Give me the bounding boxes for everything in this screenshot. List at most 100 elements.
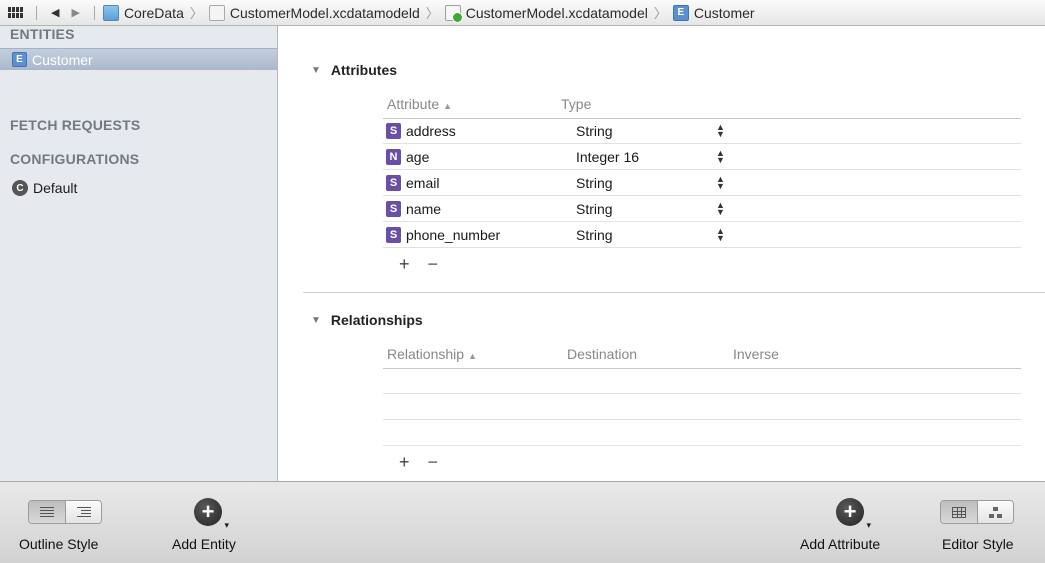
entity-editor: ▼ Attributes Attribute ▲ Type S address S… [279, 26, 1045, 481]
flat-list-button[interactable] [29, 501, 65, 523]
table-row [383, 394, 1021, 420]
sidebar-item-label: Customer [32, 51, 93, 68]
hierarchy-list-button[interactable] [65, 501, 101, 523]
configuration-icon: C [12, 180, 28, 196]
editor-style-segmented-control[interactable] [940, 500, 1014, 524]
entity-icon: E [672, 4, 689, 21]
column-header-relationship[interactable]: Relationship ▲ [387, 346, 477, 362]
type-popup-arrows-icon[interactable]: ▲ ▼ [716, 123, 725, 139]
number-type-icon: N [386, 148, 401, 165]
column-header-label: Inverse [733, 346, 779, 362]
graph-style-button[interactable] [977, 501, 1013, 523]
column-header-label: Attribute [387, 96, 440, 112]
type-popup-arrows-icon[interactable]: ▲ ▼ [716, 148, 725, 164]
attribute-name[interactable]: address [406, 123, 566, 139]
editor-style-label: Editor Style [942, 536, 1014, 552]
attribute-type[interactable]: Integer 16 [566, 149, 716, 165]
breadcrumb-label: Customer [693, 4, 755, 21]
column-header-destination[interactable]: Destination [567, 346, 637, 362]
column-header-type[interactable]: Type [561, 96, 591, 112]
attribute-type[interactable]: String [566, 201, 716, 217]
breadcrumb-label: CustomerModel.xcdatamodel [465, 4, 648, 21]
relationships-section-toggle[interactable]: ▼ Relationships [311, 312, 423, 328]
graph-icon [988, 506, 1003, 518]
back-arrow-icon[interactable]: ◀ [51, 6, 59, 19]
table-style-button[interactable] [941, 501, 977, 523]
breadcrumb-chevron-icon: 〉 [653, 6, 667, 21]
add-relationship-plus-button[interactable]: + [399, 452, 410, 473]
attribute-name[interactable]: email [406, 175, 566, 191]
sidebar-item-default[interactable]: C Default [0, 177, 277, 199]
entities-header: ENTITIES [10, 26, 75, 42]
section-divider [303, 292, 1045, 293]
relationship-add-remove: + − [399, 452, 438, 473]
section-title: Attributes [330, 62, 398, 78]
configurations-header: CONFIGURATIONS [10, 151, 140, 167]
sidebar-item-customer[interactable]: E Customer [0, 48, 277, 70]
breadcrumb-label: CustomerModel.xcdatamodeld [229, 4, 420, 21]
table-row[interactable]: S address String ▲ ▼ [383, 118, 1021, 144]
string-type-icon: S [386, 200, 401, 217]
entity-icon: E [12, 52, 27, 67]
outline-style-label: Outline Style [19, 536, 99, 552]
attribute-add-remove: + − [399, 254, 438, 275]
outline-style-segmented-control[interactable] [28, 500, 102, 524]
hierarchy-list-icon [76, 507, 91, 517]
attributes-section-toggle[interactable]: ▼ Attributes [311, 62, 397, 78]
type-popup-arrows-icon[interactable]: ▲ ▼ [716, 200, 725, 216]
project-icon [102, 4, 119, 21]
table-row[interactable]: S name String ▲ ▼ [383, 196, 1021, 222]
breadcrumb-entity[interactable]: E Customer [672, 4, 755, 21]
attribute-name[interactable]: phone_number [406, 227, 566, 243]
column-header-label: Relationship [387, 346, 465, 362]
fetch-requests-header: FETCH REQUESTS [10, 117, 141, 133]
table-row [383, 420, 1021, 446]
add-attribute-button[interactable]: + [836, 498, 871, 530]
jump-bar-divider [36, 5, 37, 20]
list-icon [40, 507, 54, 517]
add-entity-button[interactable]: + [194, 498, 229, 530]
type-popup-arrows-icon[interactable]: ▲ ▼ [716, 174, 725, 190]
breadcrumb-model-bundle[interactable]: CustomerModel.xcdatamodeld [208, 4, 420, 21]
forward-arrow-icon[interactable]: ▶ [71, 6, 79, 19]
type-popup-arrows-icon[interactable]: ▲ ▼ [716, 226, 725, 242]
remove-attribute-minus-button[interactable]: − [428, 254, 439, 275]
breadcrumb-model-version[interactable]: CustomerModel.xcdatamodel [444, 4, 648, 23]
model-version-icon [444, 4, 463, 23]
sidebar-item-label: Default [33, 180, 78, 196]
bottom-toolbar: Outline Style + Add Entity + Add Attribu… [0, 481, 1045, 563]
table-row [383, 368, 1021, 394]
section-title: Relationships [330, 312, 423, 328]
model-bundle-icon [208, 4, 225, 21]
attribute-type[interactable]: String [566, 123, 716, 139]
breadcrumb-chevron-icon: 〉 [189, 6, 203, 21]
attribute-type[interactable]: String [566, 175, 716, 191]
attribute-type[interactable]: String [566, 227, 716, 243]
column-header-inverse[interactable]: Inverse [733, 346, 779, 362]
string-type-icon: S [386, 226, 401, 243]
remove-relationship-minus-button[interactable]: − [428, 452, 439, 473]
related-items-icon[interactable] [8, 6, 23, 19]
attribute-name[interactable]: age [406, 149, 566, 165]
column-header-label: Destination [567, 346, 638, 362]
sort-ascending-icon: ▲ [443, 101, 453, 111]
string-type-icon: S [386, 174, 401, 191]
column-header-attribute[interactable]: Attribute ▲ [387, 96, 452, 112]
disclosure-triangle-icon: ▼ [311, 64, 321, 76]
attribute-name[interactable]: name [406, 201, 566, 217]
add-attribute-plus-button[interactable]: + [399, 254, 410, 275]
table-row[interactable]: N age Integer 16 ▲ ▼ [383, 144, 1021, 170]
breadcrumb-chevron-icon: 〉 [425, 6, 439, 21]
table-icon [952, 506, 966, 518]
string-type-icon: S [386, 123, 401, 139]
table-row[interactable]: S email String ▲ ▼ [383, 170, 1021, 196]
breadcrumb-label: CoreData [123, 4, 184, 21]
table-row[interactable]: S phone_number String ▲ ▼ [383, 222, 1021, 248]
disclosure-triangle-icon: ▼ [311, 314, 321, 326]
entity-sidebar: ENTITIES E Customer FETCH REQUESTS CONFI… [0, 26, 278, 481]
jump-bar: ◀ ▶ CoreData 〉 CustomerModel.xcdatamodel… [0, 0, 1045, 26]
breadcrumb-project[interactable]: CoreData [102, 4, 184, 21]
jump-bar-divider [93, 5, 95, 20]
sort-ascending-icon: ▲ [468, 351, 477, 361]
add-entity-label: Add Entity [172, 536, 236, 552]
